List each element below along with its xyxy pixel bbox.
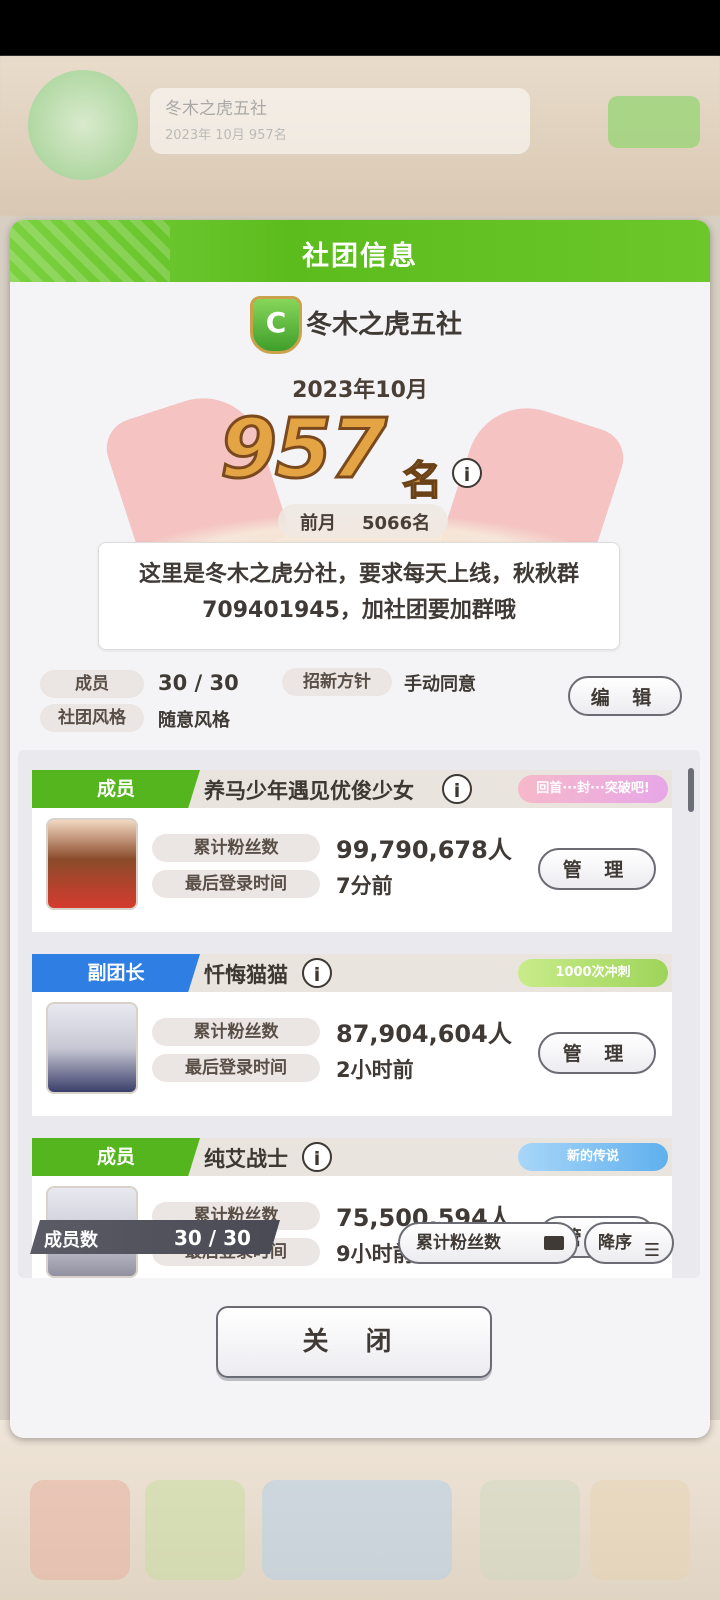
member-card: 副团长 忏悔猫猫 i 1000次冲刺 累计粉丝数 87,904,604人 最后登… — [32, 954, 672, 1118]
member-list[interactable]: 成员 养马少年遇见优俊少女 i 回首···封···突破吧! 累计粉丝数 99,7… — [18, 750, 700, 1278]
member-info-icon[interactable]: i — [442, 774, 472, 804]
member-info-icon[interactable]: i — [302, 1142, 332, 1172]
members-value: 30 / 30 — [158, 671, 239, 695]
close-button[interactable]: 关 闭 — [216, 1306, 492, 1378]
role-tab: 副团长 — [32, 954, 200, 992]
nav-icon-2 — [145, 1480, 245, 1580]
background-club-name: 冬木之虎五社 — [165, 99, 267, 119]
member-card: 成员 养马少年遇见优俊少女 i 回首···封···突破吧! 累计粉丝数 99,7… — [32, 770, 672, 934]
club-description: 这里是冬木之虎分社，要求每天上线，秋秋群709401945，加社团要加群哦 — [138, 562, 579, 623]
last-login-label: 最后登录时间 — [152, 1054, 320, 1082]
fans-label: 累计粉丝数 — [152, 834, 320, 862]
background-club-crest — [28, 70, 138, 180]
club-info-dialog: 社团信息 C 冬木之虎五社 2023年10月 957 名 i 前月 5066名 … — [10, 220, 710, 1438]
role-tab: 成员 — [32, 770, 200, 808]
role-tab: 成员 — [32, 1138, 200, 1176]
fans-value: 87,904,604人 — [336, 1020, 512, 1048]
rank-date: 2023年10月 — [292, 378, 428, 403]
fans-label: 累计粉丝数 — [152, 1018, 320, 1046]
member-card-header: 副团长 忏悔猫猫 i 1000次冲刺 — [32, 954, 672, 992]
member-avatar[interactable] — [46, 818, 138, 910]
recruit-policy-value: 手动同意 — [404, 674, 476, 695]
rank-unit: 名 — [401, 457, 443, 505]
member-card: 成员 纯艾战士 i 新的传说 累计粉丝数 75,500,594人 最后登录时间 … — [32, 1138, 672, 1278]
members-label: 成员 — [40, 670, 144, 698]
sort-field-button[interactable]: 累计粉丝数 — [398, 1222, 578, 1264]
background-club-subtitle: 2023年 10月 957名 — [165, 128, 287, 143]
nav-icon-1 — [30, 1480, 130, 1580]
edit-button[interactable]: 编 辑 — [568, 676, 682, 716]
scrollbar-thumb[interactable] — [688, 768, 694, 812]
member-title-badge: 新的传说 — [518, 1143, 668, 1171]
nav-icon-4 — [480, 1480, 580, 1580]
previous-month-rank: 5066名 — [362, 513, 431, 534]
last-login-label: 最后登录时间 — [152, 870, 320, 898]
rank-number: 957 — [218, 401, 388, 499]
sort-order-icon: ☰ — [643, 1240, 660, 1261]
club-name: 冬木之虎五社 — [306, 310, 463, 340]
member-title-badge: 1000次冲刺 — [518, 959, 668, 987]
last-login-value: 7分前 — [336, 874, 393, 898]
member-info-icon[interactable]: i — [302, 958, 332, 988]
last-login-value: 2小时前 — [336, 1058, 414, 1082]
member-name: 纯艾战士 — [204, 1147, 288, 1171]
dialog-title: 社团信息 — [302, 241, 418, 272]
manage-button[interactable]: 管 理 — [538, 1032, 656, 1074]
sort-field-label: 累计粉丝数 — [416, 1233, 501, 1253]
member-avatar[interactable] — [46, 1002, 138, 1094]
club-rank-badge-icon: C — [250, 296, 302, 354]
dialog-header: 社团信息 — [10, 220, 710, 282]
member-count-label: 成员数 — [44, 1230, 98, 1251]
member-name: 忏悔猫猫 — [204, 963, 288, 987]
club-description-box: 这里是冬木之虎分社，要求每天上线，秋秋群709401945，加社团要加群哦 — [98, 542, 620, 650]
nav-icon-5 — [590, 1480, 690, 1580]
previous-month-label: 前月 — [300, 513, 336, 534]
status-bar — [0, 0, 720, 56]
sort-field-icon — [544, 1236, 564, 1250]
rank-info-icon[interactable]: i — [452, 458, 482, 488]
background-button — [608, 96, 700, 148]
member-card-body: 累计粉丝数 87,904,604人 最后登录时间 2小时前 管 理 — [32, 992, 672, 1116]
member-title-badge: 回首···封···突破吧! — [518, 775, 668, 803]
member-card-body: 累计粉丝数 99,790,678人 最后登录时间 7分前 管 理 — [32, 808, 672, 932]
sort-order-label: 降序 — [598, 1233, 632, 1253]
member-name: 养马少年遇见优俊少女 — [204, 779, 414, 803]
recruit-policy-label: 招新方针 — [282, 668, 392, 696]
club-style-label: 社团风格 — [40, 704, 144, 732]
member-card-header: 成员 纯艾战士 i 新的传说 — [32, 1138, 672, 1176]
manage-button[interactable]: 管 理 — [538, 848, 656, 890]
member-card-header: 成员 养马少年遇见优俊少女 i 回首···封···突破吧! — [32, 770, 672, 808]
member-count-value: 30 / 30 — [174, 1226, 251, 1250]
nav-icon-home — [262, 1480, 452, 1580]
sort-order-button[interactable]: 降序 ☰ — [584, 1222, 674, 1264]
fans-value: 99,790,678人 — [336, 836, 512, 864]
club-style-value: 随意风格 — [158, 710, 230, 731]
